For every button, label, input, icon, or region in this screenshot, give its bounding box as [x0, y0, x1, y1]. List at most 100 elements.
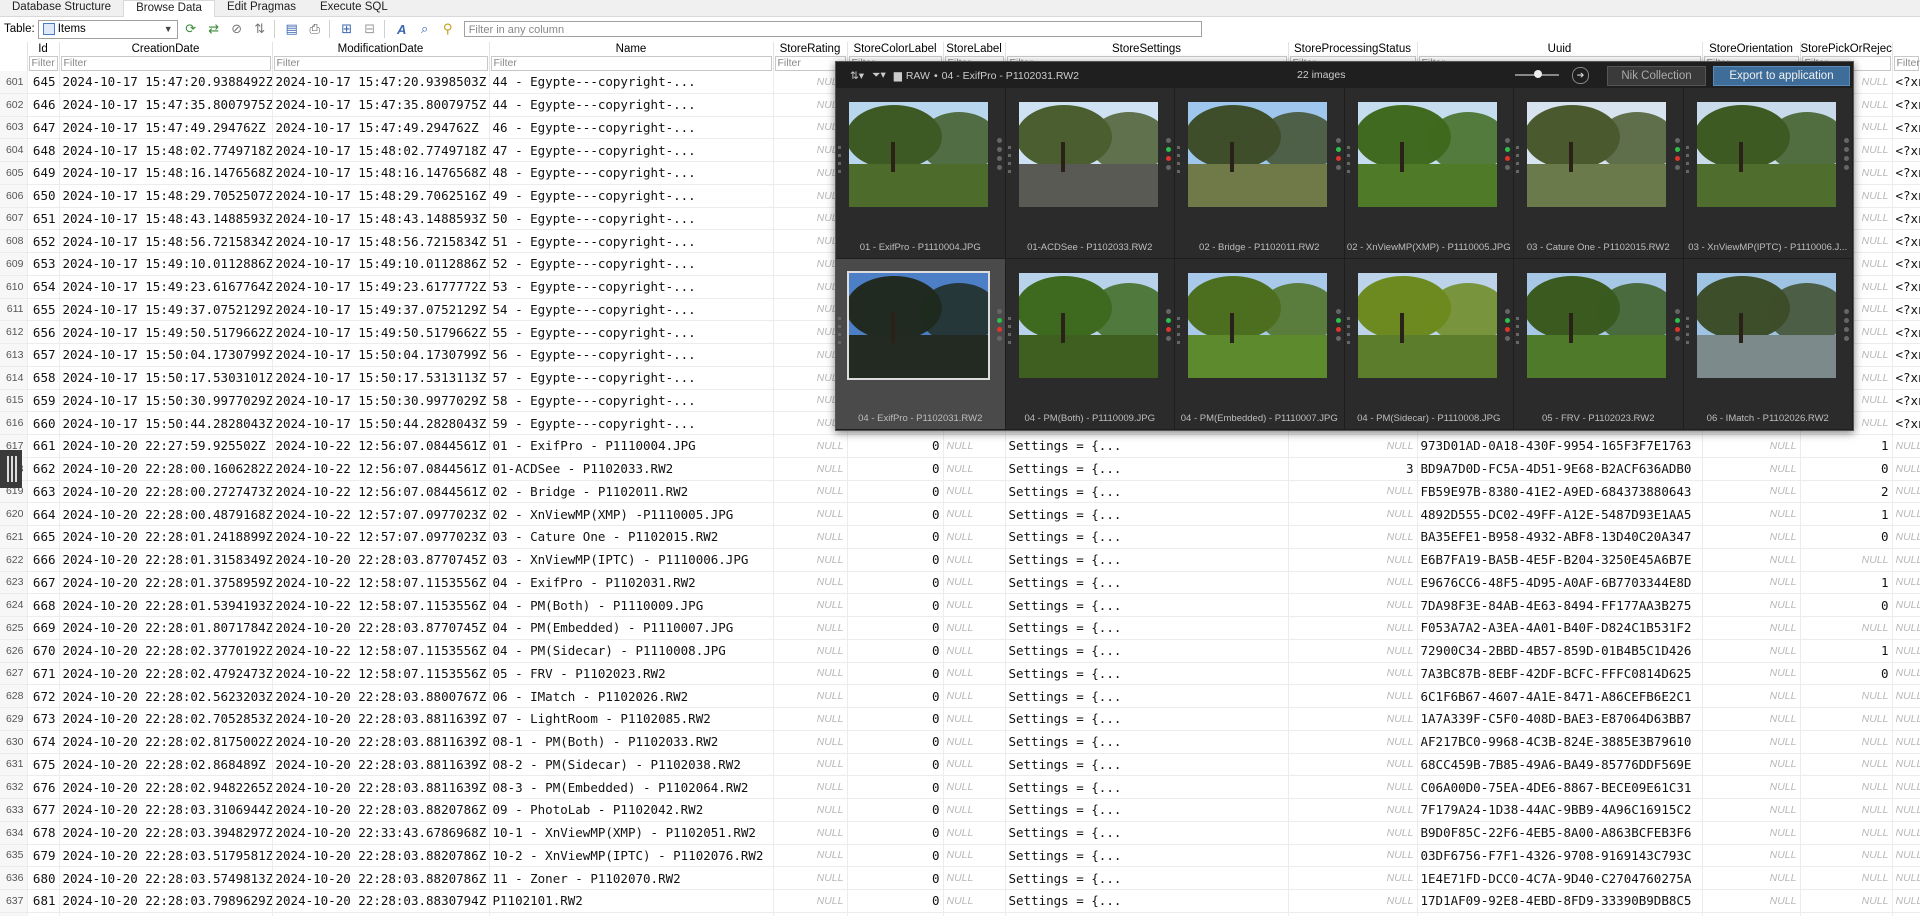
- cell-uuid[interactable]: 17D1AF09-92E8-4EBD-8FD9-33390B9DB8C5: [1417, 889, 1703, 913]
- null-cell[interactable]: NULL: [1800, 775, 1893, 799]
- cell-modification-date[interactable]: 2024-10-20 22:28:03.8770745Z: [272, 548, 490, 572]
- cell-modification-date[interactable]: 2024-10-20 22:28:03.8811639Z: [272, 753, 490, 777]
- null-cell[interactable]: NULL: [1702, 525, 1801, 549]
- cell-id[interactable]: 656: [27, 320, 60, 344]
- print-icon[interactable]: ⎙: [305, 19, 325, 39]
- null-cell[interactable]: NULL: [1892, 434, 1920, 458]
- null-cell[interactable]: NULL: [1288, 525, 1418, 549]
- null-cell[interactable]: NULL: [773, 912, 848, 916]
- cell-id[interactable]: 677: [27, 798, 60, 822]
- thumbnail-image[interactable]: [1185, 273, 1338, 378]
- thumbnail-cell[interactable]: 03 - Cature One - P1102015.RW2: [1514, 88, 1684, 259]
- cell-name[interactable]: 44 - Egypte---copyright-...: [489, 93, 774, 117]
- cell-name[interactable]: 03 - XnViewMP(IPTC) - P1110006.JPG: [489, 548, 774, 572]
- cell-modification-date[interactable]: 2024-10-17 15:47:49.294762Z: [272, 116, 490, 140]
- null-cell[interactable]: NULL: [943, 502, 1006, 526]
- cell-creation-date[interactable]: 2024-10-17 15:47:35.8007975Z: [59, 93, 273, 117]
- cell-store-color-label[interactable]: 0: [847, 844, 944, 868]
- cell-id[interactable]: 652: [27, 229, 60, 253]
- cell-store-settings[interactable]: Settings = {...: [1005, 571, 1289, 595]
- cell-store-color-label[interactable]: 0: [847, 912, 944, 916]
- null-cell[interactable]: NULL: [773, 480, 848, 504]
- cell-uuid[interactable]: 1E4E71FD-DCC0-4C7A-9D40-C2704760275A: [1417, 866, 1703, 890]
- null-cell[interactable]: NULL: [1288, 866, 1418, 890]
- null-cell[interactable]: NULL: [943, 707, 1006, 731]
- cell-creation-date[interactable]: 2024-10-17 15:48:56.7215834Z: [59, 229, 273, 253]
- column-header[interactable]: Filter: [1892, 42, 1920, 71]
- cell-id[interactable]: 681: [27, 889, 60, 913]
- null-cell[interactable]: NULL: [1288, 912, 1418, 916]
- breadcrumb-folder[interactable]: RAW: [906, 70, 930, 82]
- thumbnail-cell[interactable]: 04 - PM(Sidecar) - P1110008.JPG: [1344, 259, 1514, 430]
- dock-handle[interactable]: [0, 450, 22, 488]
- cell-creation-date[interactable]: 2024-10-20 22:28:03.5749813Z: [59, 866, 273, 890]
- table-row[interactable]: 635 679 2024-10-20 22:28:03.5179581Z 2024-1…: [0, 844, 1920, 868]
- row-number[interactable]: 636: [0, 866, 28, 890]
- row-number[interactable]: 631: [0, 753, 28, 777]
- row-number[interactable]: 629: [0, 707, 28, 731]
- null-cell[interactable]: NULL: [943, 662, 1006, 686]
- cell-uuid[interactable]: 7DA98F3E-84AB-4E63-8494-FF177AA3B275: [1417, 593, 1703, 617]
- cell-creation-date[interactable]: 2024-10-17 15:49:23.6167764Z: [59, 275, 273, 299]
- cell-name[interactable]: 02 - Bridge - P1102011.RW2: [489, 480, 774, 504]
- row-number[interactable]: 638: [0, 912, 28, 916]
- cell-name[interactable]: 59 - Egypte---copyright-...: [489, 411, 774, 435]
- cell-creation-date[interactable]: 2024-10-20 22:28:01.2418899Z: [59, 525, 273, 549]
- column-filter-input[interactable]: Filter: [490, 56, 772, 71]
- null-cell[interactable]: NULL: [1800, 730, 1893, 754]
- cell-store-color-label[interactable]: 0: [847, 457, 944, 481]
- cell-creation-date[interactable]: 2024-10-20 22:28:02.5623203Z: [59, 684, 273, 708]
- cell-name[interactable]: 05 - FRV - P1102023.RW2: [489, 662, 774, 686]
- cell-store-color-label[interactable]: 0: [847, 866, 944, 890]
- cell-name[interactable]: 58 - Egypte---copyright-...: [489, 389, 774, 413]
- cell-store-settings[interactable]: Settings = {...: [1005, 798, 1289, 822]
- null-cell[interactable]: NULL: [1288, 798, 1418, 822]
- cell-modification-date[interactable]: 2024-10-17 15:48:29.7062516Z: [272, 184, 490, 208]
- table-row[interactable]: 6386822024-10-20 22:28:03.8610601Z2024-1…: [0, 912, 1920, 916]
- cell-store-color-label[interactable]: 0: [847, 434, 944, 458]
- null-cell[interactable]: NULL: [943, 730, 1006, 754]
- cell-store-color-label[interactable]: 0: [847, 798, 944, 822]
- cell-creation-date[interactable]: 2024-10-20 22:28:01.5394193Z: [59, 593, 273, 617]
- null-cell[interactable]: NULL: [943, 639, 1006, 663]
- null-cell[interactable]: NULL: [943, 798, 1006, 822]
- cell-modification-date[interactable]: 2024-10-17 15:49:37.0752129Z: [272, 298, 490, 322]
- cell-store-settings[interactable]: Settings = {...: [1005, 753, 1289, 777]
- cell-creation-date[interactable]: 2024-10-17 15:50:04.1730799Z: [59, 343, 273, 367]
- cell-uuid[interactable]: 973D01AD-0A18-430F-9954-165F3F7E1763: [1417, 434, 1703, 458]
- cell-id[interactable]: 646: [27, 93, 60, 117]
- thumbnail-image[interactable]: [1354, 273, 1508, 378]
- cell-extra[interactable]: <?xn: [1892, 389, 1920, 413]
- cell-name[interactable]: 08-1 - PM(Both) - P1102033.RW2: [489, 730, 774, 754]
- row-number[interactable]: 630: [0, 730, 28, 754]
- cell-name[interactable]: 08-3 - PM(Embedded) - P1102064.RW2: [489, 775, 774, 799]
- row-number[interactable]: 607: [0, 207, 28, 231]
- null-cell[interactable]: NULL: [943, 616, 1006, 640]
- null-cell[interactable]: NULL: [1288, 662, 1418, 686]
- null-cell[interactable]: NULL: [1702, 593, 1801, 617]
- row-number[interactable]: 605: [0, 161, 28, 185]
- thumbnail-image[interactable]: [1185, 102, 1338, 207]
- cell-store-color-label[interactable]: 0: [847, 684, 944, 708]
- cell-modification-date[interactable]: 2024-10-17 15:48:56.7215834Z: [272, 229, 490, 253]
- cell-creation-date[interactable]: 2024-10-17 15:50:17.5303101Z: [59, 366, 273, 390]
- null-cell[interactable]: NULL: [1288, 571, 1418, 595]
- nik-collection-button[interactable]: Nik Collection: [1607, 66, 1706, 86]
- cell-name[interactable]: 01-ACDSee - P1102033.RW2: [489, 457, 774, 481]
- cell-creation-date[interactable]: 2024-10-17 15:49:37.0752129Z: [59, 298, 273, 322]
- cell-id[interactable]: 668: [27, 593, 60, 617]
- thumbnail-cell[interactable]: 02 - XnViewMP(XMP) - P1110005.JPG: [1344, 88, 1514, 259]
- cell-id[interactable]: 654: [27, 275, 60, 299]
- null-cell[interactable]: NULL: [1288, 707, 1418, 731]
- cell-store-color-label[interactable]: 0: [847, 889, 944, 913]
- null-cell[interactable]: NULL: [773, 571, 848, 595]
- cell-extra[interactable]: <?xn: [1892, 366, 1920, 390]
- row-number[interactable]: 613: [0, 343, 28, 367]
- cell-store-settings[interactable]: Settings = {...: [1005, 616, 1289, 640]
- null-cell[interactable]: NULL: [1702, 730, 1801, 754]
- thumbnail-image[interactable]: [846, 102, 999, 207]
- cell-id[interactable]: 671: [27, 662, 60, 686]
- cell-store-settings[interactable]: Settings = {...: [1005, 775, 1289, 799]
- cell-extra[interactable]: <?xn: [1892, 275, 1920, 299]
- cell-creation-date[interactable]: 2024-10-20 22:28:00.2727473Z: [59, 480, 273, 504]
